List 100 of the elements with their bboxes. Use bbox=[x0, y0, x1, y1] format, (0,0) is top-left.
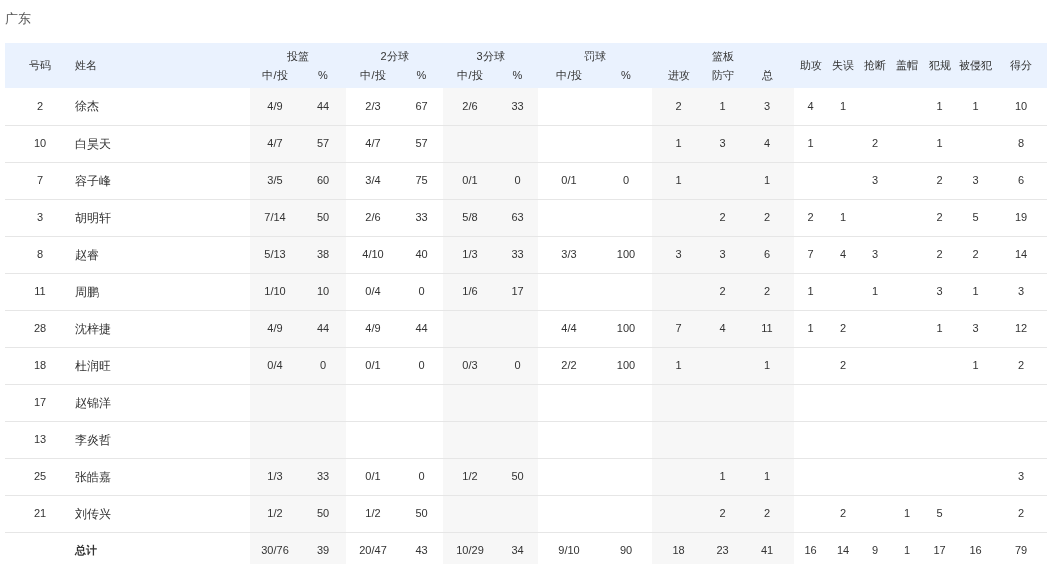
table-cell: 3 bbox=[763, 100, 771, 112]
table-cell: 43 bbox=[415, 544, 428, 557]
table-cell: 2 bbox=[719, 507, 726, 520]
table-cell: 2 bbox=[839, 507, 847, 520]
table-cell: 25 bbox=[33, 470, 47, 483]
column-header: 被侵犯 bbox=[956, 43, 995, 88]
table-cell: 2/2 bbox=[561, 359, 577, 372]
column-group-header: 罚球 bbox=[538, 43, 652, 66]
table-cell: 赵睿 bbox=[75, 247, 99, 262]
table-cell: 1 bbox=[675, 359, 682, 372]
table-cell: 1 bbox=[936, 100, 943, 112]
column-header: 得分 bbox=[995, 43, 1047, 88]
table-cell: 60 bbox=[316, 174, 330, 187]
table-cell: 3 bbox=[972, 322, 979, 335]
table-cell: 0/1 bbox=[365, 470, 381, 483]
table-cell: 2 bbox=[675, 100, 682, 112]
column-header: 中/投 bbox=[538, 66, 600, 88]
table-cell: 1/6 bbox=[462, 285, 478, 298]
table-cell: 1 bbox=[972, 359, 979, 372]
table-cell: 4/10 bbox=[362, 248, 384, 261]
table-cell: 3/4 bbox=[365, 174, 381, 187]
table-cell: 10 bbox=[1014, 100, 1028, 112]
table-cell: 33 bbox=[415, 211, 428, 224]
table-cell: 徐杰 bbox=[75, 99, 99, 114]
table-cell: 17 bbox=[933, 544, 946, 557]
table-cell: 23 bbox=[716, 544, 729, 557]
table-cell: 1 bbox=[675, 174, 682, 187]
table-cell: 63 bbox=[511, 211, 524, 224]
column-header: 失误 bbox=[827, 43, 859, 88]
table-cell: 90 bbox=[619, 544, 633, 557]
table-cell: 5 bbox=[936, 507, 943, 520]
table-cell: 21 bbox=[33, 507, 47, 520]
table-cell: 1 bbox=[763, 174, 771, 187]
table-cell: 2 bbox=[36, 100, 44, 112]
column-header: 总 bbox=[740, 66, 794, 88]
table-cell: 2 bbox=[972, 248, 979, 261]
table-cell: 1/2 bbox=[267, 507, 283, 520]
table-cell: 1/2 bbox=[462, 470, 478, 483]
table-cell: 6 bbox=[1017, 174, 1025, 187]
table-cell: 20/47 bbox=[359, 544, 387, 557]
column-header: 中/投 bbox=[443, 66, 497, 88]
table-cell: 0/1 bbox=[365, 359, 381, 372]
table-cell: 总计 bbox=[75, 544, 97, 557]
table-cell: 50 bbox=[316, 211, 330, 224]
table-cell: 44 bbox=[415, 322, 428, 335]
table-cell: 0 bbox=[418, 285, 425, 298]
table-cell: 0 bbox=[418, 359, 425, 372]
table-cell: 19 bbox=[1014, 211, 1028, 224]
table-cell: 50 bbox=[511, 470, 524, 483]
table-cell: 2 bbox=[763, 211, 771, 224]
table-cell: 10 bbox=[316, 285, 330, 298]
column-header: % bbox=[497, 66, 538, 88]
table-cell: 刘传兴 bbox=[75, 506, 111, 521]
table-cell: 38 bbox=[316, 248, 330, 261]
table-cell: 1 bbox=[972, 100, 979, 112]
table-cell: 2 bbox=[1017, 359, 1025, 372]
column-group-header: 投篮 bbox=[250, 43, 346, 66]
table-cell: 44 bbox=[316, 100, 330, 112]
table-cell: 1 bbox=[839, 100, 847, 112]
table-cell: 18 bbox=[33, 359, 47, 372]
column-group-header: 2分球 bbox=[346, 43, 443, 66]
table-cell: 2 bbox=[807, 211, 814, 224]
table-cell: 100 bbox=[616, 359, 636, 372]
column-group-header: 篮板 bbox=[652, 43, 794, 66]
table-cell: 10 bbox=[33, 137, 47, 150]
table-cell: 容子峰 bbox=[75, 173, 111, 188]
table-cell: 2 bbox=[719, 211, 726, 224]
table-cell: 0/1 bbox=[561, 174, 577, 187]
table-cell: 1/2 bbox=[365, 507, 381, 520]
table-cell: 12 bbox=[1014, 322, 1028, 335]
table-cell: 41 bbox=[760, 544, 774, 557]
table-cell: 4 bbox=[719, 322, 726, 335]
table-cell: 28 bbox=[33, 322, 47, 335]
table-cell: 3 bbox=[1017, 285, 1025, 298]
table-cell: 14 bbox=[836, 544, 850, 557]
column-group-header: 3分球 bbox=[443, 43, 538, 66]
table-cell: 0/3 bbox=[462, 359, 478, 372]
column-header: 盖帽 bbox=[891, 43, 923, 88]
table-cell: 4 bbox=[839, 248, 847, 261]
table-cell: 4 bbox=[763, 137, 771, 150]
table-cell: 50 bbox=[415, 507, 428, 520]
table-cell: 1/3 bbox=[267, 470, 283, 483]
table-cell: 3 bbox=[36, 211, 44, 224]
table-cell: 5/8 bbox=[462, 211, 478, 224]
column-header: 进攻 bbox=[652, 66, 705, 88]
column-header: 中/投 bbox=[250, 66, 300, 88]
table-cell: 30/76 bbox=[261, 544, 289, 557]
table-cell: 1/3 bbox=[462, 248, 478, 261]
table-cell: 11 bbox=[34, 285, 46, 298]
table-cell: 9/10 bbox=[558, 544, 580, 557]
table-cell: 39 bbox=[316, 544, 330, 557]
table-cell: 1 bbox=[719, 100, 726, 112]
table-cell: 40 bbox=[415, 248, 428, 261]
table-cell: 3 bbox=[972, 174, 979, 187]
table-cell: 3 bbox=[936, 285, 943, 298]
table-cell: 75 bbox=[415, 174, 428, 187]
table-cell: 4/7 bbox=[267, 137, 283, 150]
table-cell: 4/7 bbox=[365, 137, 381, 150]
table-cell: 67 bbox=[415, 100, 428, 112]
table-cell: 2 bbox=[871, 137, 879, 150]
